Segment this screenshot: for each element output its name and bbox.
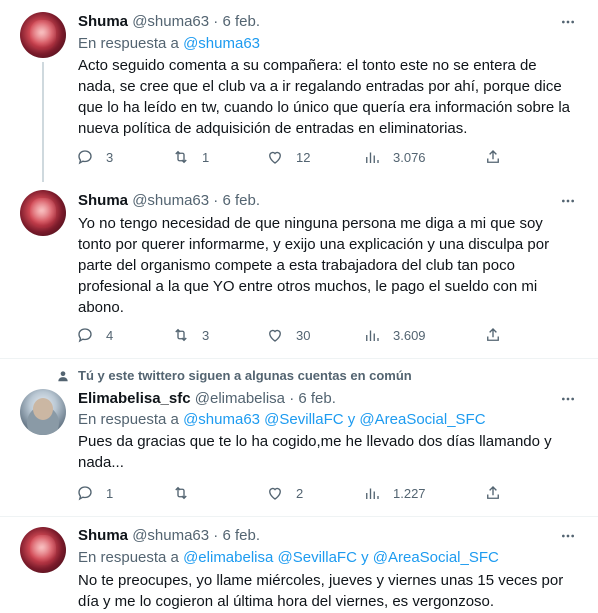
- reply-icon: [78, 328, 92, 343]
- reply-mention[interactable]: @shuma63 @SevillaFC y @AreaSocial_SFC: [183, 411, 485, 428]
- retweet-icon: [175, 328, 187, 342]
- like-button[interactable]: 30: [266, 326, 310, 344]
- views-button[interactable]: 3.609: [363, 326, 426, 344]
- tweet-date[interactable]: 6 feb.: [222, 192, 260, 209]
- reply-count: 4: [106, 327, 114, 343]
- author-name[interactable]: Shuma: [78, 192, 128, 209]
- like-count: 12: [296, 149, 311, 165]
- views-count: 3.609: [393, 327, 426, 343]
- author-handle[interactable]: @shuma63: [132, 192, 209, 209]
- tweet-date[interactable]: 6 feb.: [298, 390, 336, 407]
- avatar[interactable]: [20, 190, 66, 236]
- views-count: 3.076: [393, 149, 426, 165]
- like-button[interactable]: 2: [266, 484, 303, 502]
- thread-line: [42, 62, 44, 182]
- retweet-icon: [175, 486, 187, 500]
- reply-icon: [78, 486, 92, 501]
- tweet-feed: Shuma @shuma63 · 6 feb. En respuesta a @…: [0, 0, 598, 613]
- author-name[interactable]: Shuma: [78, 527, 128, 544]
- author-handle[interactable]: @shuma63: [132, 527, 209, 544]
- tweet[interactable]: Shuma @shuma63 · 6 feb. En respuesta a @…: [0, 0, 598, 182]
- views-icon: [366, 152, 379, 163]
- tweet-header: Shuma @shuma63 · 6 feb.: [78, 526, 260, 546]
- reply-context: En respuesta a @shuma63: [78, 34, 260, 54]
- tweet-actions: 1 2 1.227: [76, 484, 506, 504]
- heart-icon: [269, 151, 281, 164]
- more-horizontal-icon[interactable]: [560, 528, 576, 544]
- heart-icon: [269, 329, 281, 342]
- tweet-text: Yo no tengo necesidad de que ninguna per…: [78, 215, 550, 316]
- reply-button[interactable]: 3: [76, 148, 113, 166]
- tweet-text: Pues da gracias que te lo ha cogido,me h…: [78, 433, 552, 471]
- more-horizontal-icon[interactable]: [560, 193, 576, 209]
- author-handle[interactable]: @shuma63: [132, 13, 209, 30]
- author-handle[interactable]: @elimabelisa: [195, 390, 285, 407]
- separator-dot: ·: [213, 527, 219, 544]
- tweet[interactable]: Tú y este twittero siguen a algunas cuen…: [0, 358, 598, 516]
- like-button[interactable]: 12: [266, 148, 310, 166]
- share-icon: [487, 328, 499, 341]
- tweet[interactable]: Shuma @shuma63 · 6 feb. En respuesta a @…: [0, 516, 598, 613]
- tweet-text: No te preocupes, yo llame miércoles, jue…: [78, 572, 564, 610]
- reply-icon: [78, 150, 92, 165]
- retweet-icon: [175, 150, 187, 164]
- share-button[interactable]: [484, 326, 502, 344]
- views-count: 1.227: [393, 485, 426, 501]
- share-button[interactable]: [484, 484, 502, 502]
- author-name[interactable]: Shuma: [78, 13, 128, 30]
- more-horizontal-icon[interactable]: [560, 14, 576, 30]
- separator-dot: ·: [289, 390, 295, 407]
- reply-context: En respuesta a @shuma63 @SevillaFC y @Ar…: [78, 410, 486, 430]
- reply-button[interactable]: 4: [76, 326, 113, 344]
- separator-dot: ·: [213, 192, 219, 209]
- more-horizontal-icon[interactable]: [560, 391, 576, 407]
- heart-icon: [269, 487, 281, 500]
- retweet-button[interactable]: 1: [172, 148, 209, 166]
- tweet-header: Shuma @shuma63 · 6 feb.: [78, 12, 260, 32]
- views-icon: [366, 330, 379, 341]
- like-count: 2: [296, 485, 304, 501]
- share-icon: [487, 150, 499, 163]
- avatar[interactable]: [20, 12, 66, 58]
- like-count: 30: [296, 327, 311, 343]
- reply-context: En respuesta a @elimabelisa @SevillaFC y…: [78, 548, 499, 568]
- reply-prefix: En respuesta a: [78, 549, 179, 566]
- avatar[interactable]: [20, 527, 66, 573]
- reply-prefix: En respuesta a: [78, 411, 179, 428]
- views-button[interactable]: 3.076: [363, 148, 426, 166]
- avatar[interactable]: [20, 389, 66, 435]
- reply-count: 1: [106, 485, 114, 501]
- share-icon: [487, 486, 499, 499]
- tweet-actions: 3 1 12 3.076: [76, 148, 506, 168]
- tweet-date[interactable]: 6 feb.: [222, 13, 260, 30]
- tweet-actions: 4 3 30 3.609: [76, 326, 506, 346]
- tweet-text: Acto seguido comenta a su compañera: el …: [78, 57, 570, 137]
- tweet-date[interactable]: 6 feb.: [222, 527, 260, 544]
- retweet-button[interactable]: 3: [172, 326, 209, 344]
- separator-dot: ·: [213, 13, 219, 30]
- share-button[interactable]: [484, 148, 502, 166]
- reply-mention[interactable]: @shuma63: [183, 35, 260, 52]
- retweet-count: 3: [202, 327, 210, 343]
- tweet[interactable]: Shuma @shuma63 · 6 feb. Yo no tengo nece…: [0, 180, 598, 358]
- reply-mention[interactable]: @elimabelisa @SevillaFC y @AreaSocial_SF…: [183, 549, 499, 566]
- reply-prefix: En respuesta a: [78, 35, 179, 52]
- person-icon: [58, 371, 68, 382]
- views-button[interactable]: 1.227: [363, 484, 426, 502]
- retweet-count: 1: [202, 149, 210, 165]
- social-context: Tú y este twittero siguen a algunas cuen…: [78, 368, 412, 383]
- author-name[interactable]: Elimabelisa_sfc: [78, 390, 191, 407]
- views-icon: [366, 488, 379, 499]
- tweet-header: Shuma @shuma63 · 6 feb.: [78, 191, 260, 211]
- retweet-button[interactable]: [172, 484, 202, 502]
- reply-count: 3: [106, 149, 114, 165]
- tweet-header: Elimabelisa_sfc @elimabelisa · 6 feb.: [78, 389, 336, 409]
- reply-button[interactable]: 1: [76, 484, 113, 502]
